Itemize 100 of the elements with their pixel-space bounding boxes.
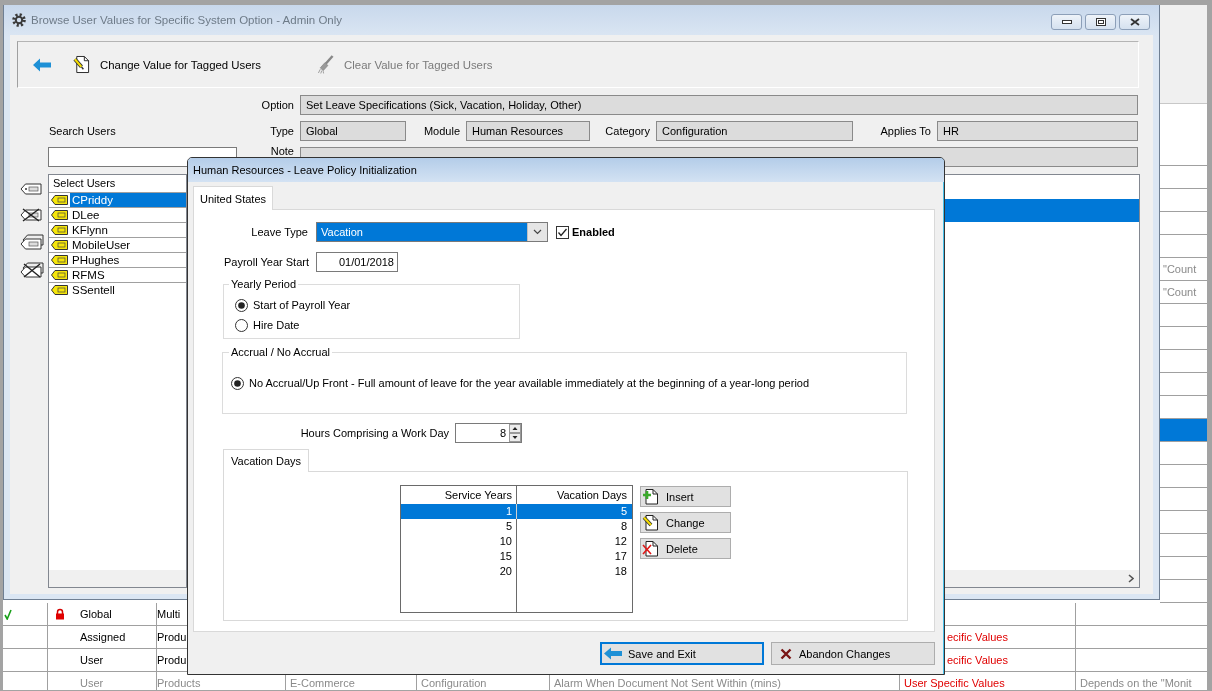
radio-label: No Accrual/Up Front - Full amount of leave for the year available immediately at the beginning of a year-long period	[249, 377, 810, 389]
chevron-right-icon[interactable]	[1128, 574, 1134, 583]
tag-icon	[51, 240, 68, 250]
field-label: Search Users	[48, 125, 116, 137]
table-cell: Products	[157, 677, 201, 689]
crossed-tag-stack-icon[interactable]	[20, 262, 44, 278]
module-field[interactable]: Human Resources	[466, 121, 590, 141]
field-label: Applies To	[880, 125, 931, 137]
delete-button[interactable]: Delete	[640, 538, 731, 559]
tag-icon	[51, 285, 68, 295]
list-item[interactable]: MobileUser	[70, 238, 186, 252]
number-field[interactable]: 8	[455, 423, 522, 443]
document-x-icon	[642, 540, 659, 557]
table-cell: ecific Values	[947, 631, 1008, 643]
crossed-tag-icon[interactable]	[20, 208, 42, 222]
horizontal-scrollbar[interactable]	[945, 570, 1139, 587]
table-cell: 10	[401, 534, 517, 549]
radio-button[interactable]	[235, 298, 248, 312]
minimize-button[interactable]	[1051, 14, 1082, 30]
tag-icon	[51, 195, 68, 205]
type-field[interactable]: Global	[300, 121, 406, 141]
table-cell: Produ	[157, 631, 187, 643]
field-label: Leave Type	[251, 226, 308, 238]
category-field[interactable]: Configuration	[656, 121, 853, 141]
table-cell: Produ	[157, 654, 187, 666]
tag-icon	[51, 270, 68, 280]
list-item[interactable]: CPriddy	[70, 193, 186, 207]
tag-icon[interactable]	[20, 182, 42, 196]
table-cell: Global	[80, 608, 112, 620]
minimize-icon	[1061, 20, 1072, 24]
table-row[interactable]: 20 18	[401, 564, 632, 579]
table-cell-text: 8	[619, 519, 628, 534]
document-pencil-icon	[642, 514, 659, 531]
leave-type-dropdown[interactable]: Vacation	[316, 222, 548, 242]
table-cell: Configuration	[421, 677, 487, 689]
group-label: Accrual / No Accrual	[230, 346, 332, 359]
change-button[interactable]: Change	[640, 512, 731, 533]
table-cell: 1	[401, 504, 517, 519]
radio-button[interactable]	[231, 376, 244, 390]
table-cell-text: 17	[613, 549, 628, 564]
column-header: Select Users	[52, 176, 117, 191]
radio-label: Hire Date	[253, 319, 300, 331]
table-row[interactable]: 5 8	[401, 519, 632, 534]
tab[interactable]: United States	[193, 186, 274, 210]
table-cell: E-Commerce	[290, 677, 355, 689]
chevron-down-icon[interactable]	[533, 229, 542, 235]
dialog-title: Human Resources - Leave Policy Initialization	[193, 164, 417, 176]
list-item[interactable]: PHughes	[70, 253, 186, 267]
table-cell: User	[80, 677, 104, 689]
abandon-button[interactable]: Abandon Changes	[771, 642, 935, 665]
table-cell: 5	[401, 519, 517, 534]
table-cell: Multi	[157, 608, 181, 620]
tag-icon	[51, 225, 68, 235]
table-row[interactable]: 15 17	[401, 549, 632, 564]
table-cell-text: 18	[613, 564, 628, 579]
document-plus-icon	[642, 488, 659, 505]
maximize-button[interactable]	[1085, 14, 1116, 30]
spin-up-icon[interactable]	[509, 424, 521, 433]
date-field[interactable]: 01/01/2018	[316, 252, 398, 272]
maximize-icon	[1095, 18, 1106, 26]
table-cell: Alarm When Document Not Sent Within (mins)	[554, 677, 781, 689]
group-label: Yearly Period	[230, 278, 298, 291]
list-item[interactable]: KFlynn	[70, 223, 186, 237]
change-value-button[interactable]: Change Value for Tagged Users	[68, 51, 267, 78]
gear-icon	[12, 13, 26, 27]
spin-down-icon[interactable]	[509, 433, 521, 442]
list-item[interactable]: DLee	[70, 208, 186, 222]
table-row[interactable]: 1 5	[401, 504, 632, 519]
field-label: Option	[261, 99, 294, 111]
save-button[interactable]: Save and Exit	[600, 642, 764, 665]
close-icon	[1129, 18, 1140, 26]
table-cell-text: 12	[613, 534, 628, 549]
horizontal-scrollbar[interactable]	[49, 570, 186, 587]
arrow-left-icon	[33, 57, 51, 72]
table-cell: 15	[401, 549, 517, 564]
insert-button[interactable]: Insert	[640, 486, 731, 507]
table-cell: ecific Values	[947, 654, 1008, 666]
table-row[interactable]: 10 12	[401, 534, 632, 549]
list-item[interactable]: SSentell	[70, 283, 186, 297]
brush-icon	[317, 55, 335, 74]
tab[interactable]: Vacation Days	[223, 449, 310, 472]
checkbox-label: Enabled	[572, 226, 615, 238]
applies-to-field[interactable]: HR	[937, 121, 1138, 141]
tag-icon	[51, 255, 68, 265]
option-field[interactable]: Set Leave Specifications (Sick, Vacation, Holiday, Other)	[300, 95, 1138, 115]
field-label: Module	[423, 125, 460, 137]
tag-icon	[51, 210, 68, 220]
checkbox[interactable]	[556, 225, 569, 239]
list-item[interactable]: RFMS	[70, 268, 186, 282]
arrow-left-icon	[604, 647, 622, 660]
table-cell: User	[80, 654, 104, 666]
x-icon	[780, 647, 792, 660]
close-button[interactable]	[1119, 14, 1150, 30]
field-label: Type	[270, 125, 294, 137]
tag-stack-icon[interactable]	[20, 234, 44, 250]
table-cell: Assigned	[80, 631, 126, 643]
radio-button[interactable]	[235, 318, 248, 332]
table-cell-text: 5	[619, 504, 628, 519]
window-title: Browse User Values for Specific System Option - Admin Only	[31, 14, 343, 26]
radio-label: Start of Payroll Year	[253, 299, 351, 311]
